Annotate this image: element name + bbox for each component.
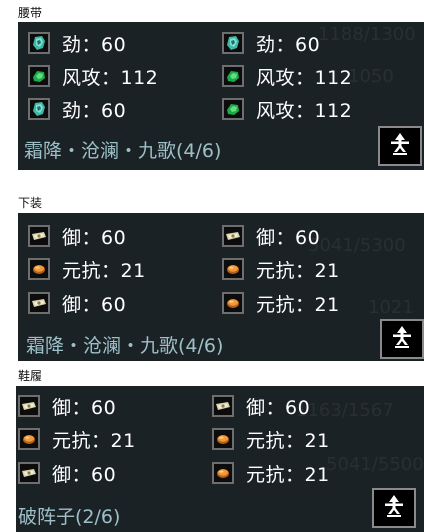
teal-crystal-icon [222,32,244,54]
stat-row: 劲：60 [28,28,126,58]
set-name: 霜降・沧澜・九歌(4/6) [26,335,224,357]
stat-value: 御：60 [246,396,311,419]
stat-row: 御：60 [28,288,126,318]
stat-row: 风攻：112 [222,94,352,124]
stat-row: 御：60 [222,221,320,251]
set-info-button[interactable] [378,126,422,166]
stat-row: 元抗：21 [222,254,340,284]
green-gem-icon [222,98,244,120]
stat-value: 元抗：21 [256,293,340,316]
section-title-shoes: 鞋履 [18,369,43,383]
stat-value: 御：60 [52,463,117,486]
scroll-icon [18,395,40,417]
stat-row: 劲：60 [28,94,126,124]
stat-row: 元抗：21 [212,424,330,454]
orange-orb-icon [222,292,244,314]
set-info-button[interactable] [372,488,416,528]
section-title-belt: 腰带 [18,6,43,20]
stat-value: 元抗：21 [256,259,340,282]
scroll-icon [28,292,50,314]
orange-orb-icon [18,428,40,450]
stat-row: 御：60 [18,458,116,488]
stat-value: 元抗：21 [246,429,330,452]
stat-row: 元抗：21 [28,254,146,284]
stat-row: 御：60 [28,221,126,251]
stat-row: 御：60 [18,391,116,421]
set-name: 破阵子(2/6) [18,506,121,528]
scroll-icon [222,225,244,247]
stat-value: 元抗：21 [52,429,136,452]
set-emblem-icon [390,325,414,353]
stat-value: 元抗：21 [246,463,330,486]
stat-row: 元抗：21 [212,458,330,488]
stat-row: 风攻：112 [222,61,352,91]
set-info-button[interactable] [380,319,424,359]
stat-row: 风攻：112 [28,61,158,91]
stat-value: 御：60 [52,396,117,419]
green-gem-icon [28,65,50,87]
stat-value: 御：60 [62,226,127,249]
stat-row: 元抗：21 [222,288,340,318]
shoes-attribute-panel: 1163/1567 5041/5500 御：60 御：60 元抗：21 元抗：2… [16,386,424,532]
set-name: 霜降・沧澜・九歌(4/6) [24,140,222,162]
set-emblem-icon [382,494,406,522]
orange-orb-icon [222,258,244,280]
stat-value: 劲：60 [256,33,321,56]
stat-value: 御：60 [256,226,321,249]
green-gem-icon [222,65,244,87]
stat-value: 劲：60 [62,99,127,122]
orange-orb-icon [212,428,234,450]
scroll-icon [18,462,40,484]
teal-crystal-icon [28,32,50,54]
set-emblem-icon [388,132,412,160]
lower-attribute-panel: 5041/5300 1021 御：60 御：60 元抗：21 元抗：21 御：6… [18,213,424,361]
section-title-lower: 下装 [18,196,43,210]
scroll-icon [212,395,234,417]
stat-value: 风攻：112 [256,99,353,122]
orange-orb-icon [212,462,234,484]
stat-value: 劲：60 [62,33,127,56]
teal-crystal-icon [28,98,50,120]
stat-row: 劲：60 [222,28,320,58]
stat-value: 风攻：112 [62,66,159,89]
stat-value: 御：60 [62,293,127,316]
stat-row: 元抗：21 [18,424,136,454]
stat-value: 风攻：112 [256,66,353,89]
stat-row: 御：60 [212,391,310,421]
stat-value: 元抗：21 [62,259,146,282]
orange-orb-icon [28,258,50,280]
scroll-icon [28,225,50,247]
belt-attribute-panel: 1188/1300 1050 劲：60 劲：60 风攻：112 风攻：112 劲… [18,22,424,170]
